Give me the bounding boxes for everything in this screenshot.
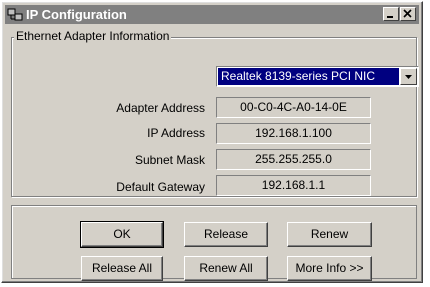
window-title: IP Configuration	[26, 7, 127, 22]
ip-address-value: 192.168.1.100	[216, 123, 371, 144]
minimize-icon	[387, 16, 393, 18]
chevron-down-icon	[405, 75, 412, 79]
release-all-button[interactable]: Release All	[81, 256, 163, 281]
renew-button[interactable]: Renew	[287, 222, 372, 247]
close-icon	[403, 9, 412, 18]
subnet-mask-value: 255.255.255.0	[216, 149, 371, 170]
adapter-select-value: Realtek 8139-series PCI NIC	[218, 68, 399, 85]
network-app-icon	[7, 6, 23, 22]
minimize-button[interactable]	[383, 7, 399, 21]
adapter-address-value: 00-C0-4C-A0-14-0E	[216, 97, 371, 118]
subnet-mask-label: Subnet Mask	[134, 153, 205, 167]
more-info-button[interactable]: More Info >>	[287, 256, 372, 281]
close-button[interactable]	[400, 7, 416, 21]
default-gateway-value: 192.168.1.1	[216, 175, 371, 196]
groupbox-label: Ethernet Adapter Information	[14, 29, 172, 43]
ok-button[interactable]: OK	[80, 221, 164, 248]
adapter-address-label: Adapter Address	[116, 101, 205, 115]
ip-configuration-window: IP Configuration Ethernet Adapter Inform…	[1, 1, 423, 283]
renew-all-button[interactable]: Renew All	[184, 256, 268, 281]
ip-address-label: IP Address	[147, 126, 205, 140]
dropdown-button[interactable]	[400, 68, 417, 85]
title-bar[interactable]: IP Configuration	[5, 5, 419, 24]
adapter-select[interactable]: Realtek 8139-series PCI NIC	[216, 66, 419, 87]
default-gateway-label: Default Gateway	[116, 180, 205, 194]
release-button[interactable]: Release	[184, 222, 268, 247]
